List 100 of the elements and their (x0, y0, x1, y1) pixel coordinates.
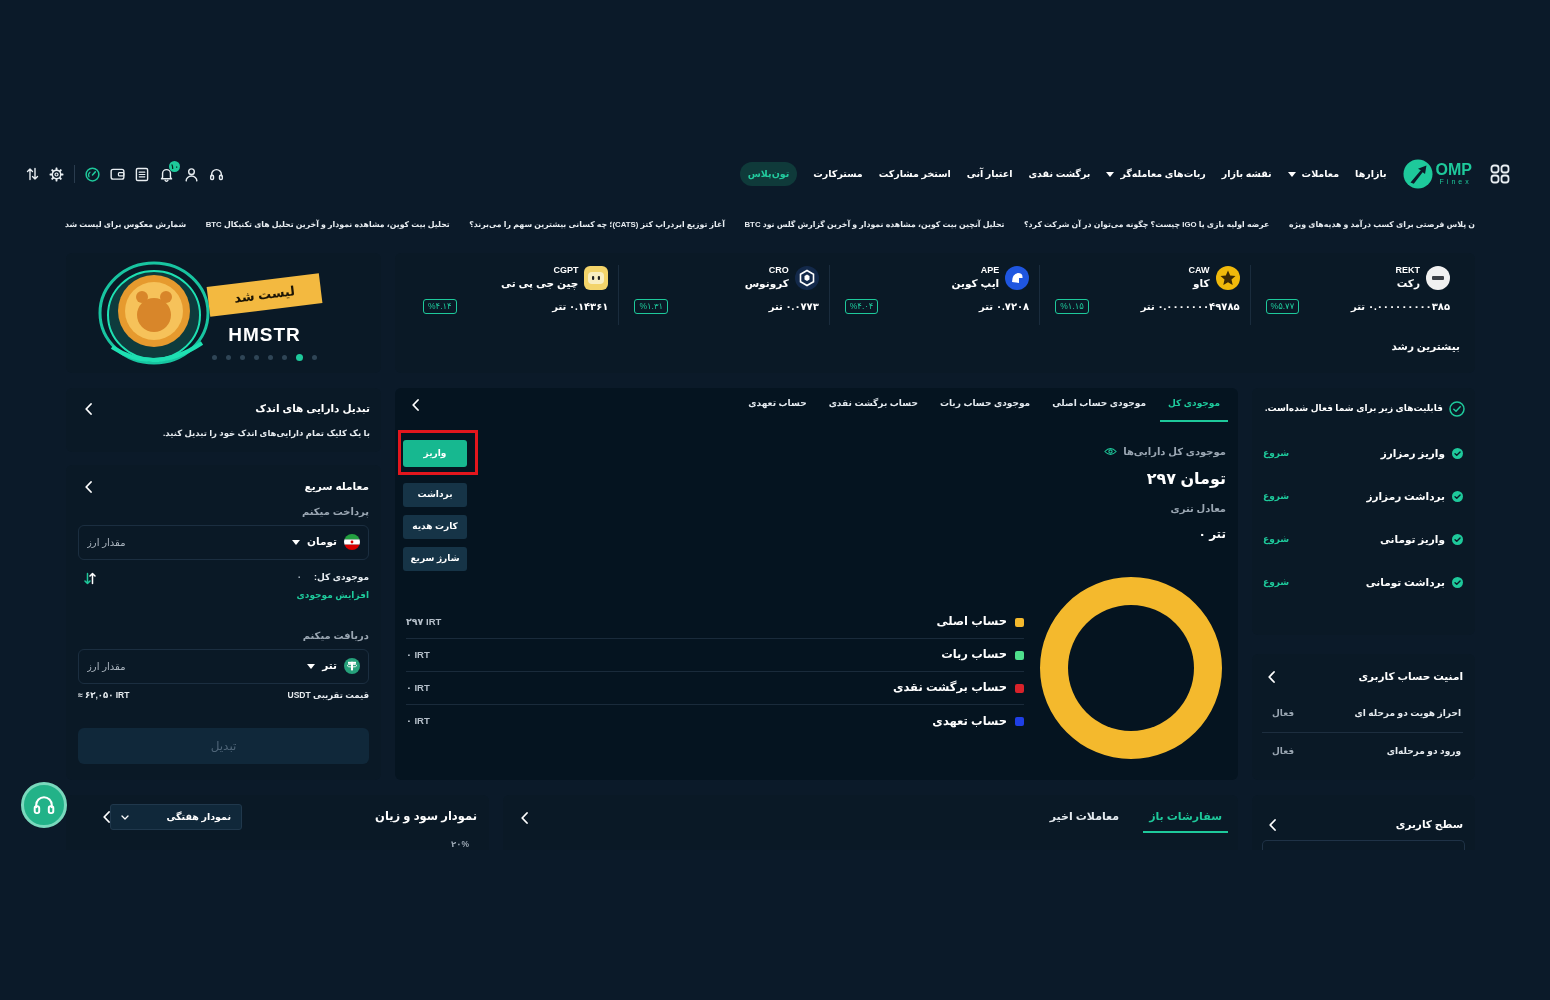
account-name: حساب تعهدی (932, 713, 1007, 730)
account-amount: ۰ IRT (406, 680, 430, 695)
start-link[interactable]: شروع (1263, 489, 1290, 504)
nav-link[interactable]: بازارها (1355, 166, 1387, 182)
carousel-dot[interactable] (240, 354, 246, 360)
currency-select[interactable]: تومان (292, 534, 360, 551)
coin-icon (1215, 266, 1240, 290)
coin-icon (1426, 266, 1450, 290)
amount-field[interactable]: تتر مقدار ارز (78, 648, 369, 684)
top-up-link[interactable]: افزایش موجودی (296, 589, 369, 603)
account-name: حساب اصلی (936, 614, 1007, 630)
check-circle-icon (1449, 401, 1465, 417)
balance-tab[interactable]: موجودی کل (1160, 388, 1228, 422)
section-title: بیشترین رشد (1391, 339, 1460, 355)
quick-trade-title: معامله سریع (304, 479, 369, 495)
axis-label: ۲۰% (451, 838, 469, 850)
chevron-left-icon[interactable] (521, 811, 528, 824)
nav-link[interactable]: اعتبار آنی (966, 166, 1013, 182)
chevron-left-icon[interactable] (412, 399, 419, 411)
settings-icon[interactable] (49, 166, 64, 182)
up-down-arrows-icon[interactable] (26, 167, 39, 181)
nav-link[interactable]: ربات‌های معامله‌گر (1106, 166, 1206, 182)
account-name: حساب ربات (941, 647, 1007, 663)
carousel-dot[interactable] (254, 354, 260, 360)
swap-arrows-icon[interactable] (84, 571, 96, 585)
feature-label: واریز رمزارز (1380, 445, 1445, 462)
coin-name: ایپ کوین (951, 276, 1000, 291)
chevron-left-icon[interactable] (1268, 670, 1275, 683)
listed-ribbon: لیست شد (206, 272, 323, 316)
carousel-dot[interactable] (268, 354, 274, 360)
carousel-dot[interactable] (212, 354, 218, 360)
eye-icon[interactable] (1104, 447, 1118, 456)
coin-price: ۰.۰۷۷۳ تتر (768, 300, 819, 314)
currency-select[interactable]: تتر (307, 658, 360, 675)
feature-label: واریز تومانی (1379, 531, 1445, 548)
support-button[interactable] (21, 782, 67, 828)
account-amount: ۲۹۷ IRT (406, 614, 442, 629)
price-change: %۱.۳۱ (634, 299, 669, 314)
nav-link[interactable]: برگشت نقدی (1028, 166, 1091, 182)
tether-icon (344, 658, 360, 675)
start-link[interactable]: شروع (1263, 446, 1290, 461)
logo-icon[interactable] (1402, 159, 1433, 189)
coin-symbol: CAW (1188, 265, 1210, 276)
coin-name: چین جی پی تی (501, 276, 579, 291)
price-change: %۵.۷۷ (1265, 299, 1300, 314)
orders-tab[interactable]: معاملات اخیر (1043, 808, 1126, 833)
document-icon[interactable] (135, 166, 149, 182)
wallet-icon[interactable] (110, 167, 125, 181)
headset-icon (32, 793, 56, 817)
caret-down-icon (292, 539, 301, 545)
amount-field[interactable]: تومان مقدار ارز (78, 524, 369, 560)
nav-link[interactable]: مسترکارت (813, 166, 863, 182)
nav-link[interactable]: استخر مشارکت (878, 166, 951, 182)
gauge-icon[interactable] (85, 166, 100, 182)
total-balance: ۲۹۷ تومان (1146, 469, 1226, 490)
balance-tab[interactable]: موجودی حساب اصلی (1044, 388, 1154, 422)
chevron-left-icon[interactable] (1269, 819, 1276, 831)
orders-tab[interactable]: سفارشات باز (1143, 808, 1228, 833)
apps-grid-icon[interactable] (1490, 164, 1510, 184)
caret-down-icon (307, 663, 316, 669)
carousel-dot[interactable] (312, 354, 318, 360)
headset-icon[interactable] (209, 166, 224, 182)
chevron-left-icon[interactable] (85, 402, 92, 415)
check-icon (1452, 491, 1463, 502)
account-amount: ۰ IRT (406, 647, 430, 662)
coin-price: ۰.۰۰۰۰۰۰۰۴۹۷۸۵ تتر (1140, 300, 1240, 314)
carousel-dot[interactable] (296, 353, 304, 361)
caret-down-icon (1287, 171, 1296, 177)
nav-link[interactable]: معاملات (1287, 166, 1340, 182)
start-link[interactable]: شروع (1263, 532, 1290, 547)
balance-tab[interactable]: حساب برگشت نقدی (820, 388, 926, 422)
feature-label: برداشت رمزارز (1366, 488, 1445, 505)
price-change: %۴.۰۴ (844, 299, 879, 314)
security-title: امنیت حساب کاربری (1358, 669, 1463, 685)
balance-tab[interactable]: موجودی حساب ربات (931, 388, 1039, 422)
coin-price: ۰.۰۰۰۰۰۰۰۰۰۳۸۵ تتر (1351, 300, 1450, 314)
coin-symbol: REKT (1395, 265, 1420, 276)
user-level-title: سطح کاربری (1395, 817, 1463, 833)
coin-icon (794, 266, 819, 290)
action-button[interactable]: شارژ سریع (403, 547, 467, 571)
coin-symbol: APE (979, 265, 1000, 276)
chart-title: نمودار سود و زیان (375, 809, 477, 826)
coin-name: کرونوس (744, 276, 789, 291)
period-dropdown[interactable]: نمودار هفتگی (110, 804, 242, 830)
field-label: دریافت میکنم (301, 628, 369, 643)
start-link[interactable]: شروع (1263, 575, 1290, 590)
chevron-left-icon[interactable] (103, 811, 110, 823)
usdt-balance: ۰ تتر (1198, 526, 1226, 543)
action-button[interactable]: برداشت (403, 483, 467, 507)
chevron-left-icon[interactable] (85, 480, 92, 493)
nav-link[interactable]: نقشه بازار (1221, 166, 1272, 182)
action-button[interactable]: کارت هدیه (403, 515, 467, 539)
check-icon (1452, 534, 1463, 545)
balance-label: موجودی کل: (314, 570, 369, 584)
carousel-dot[interactable] (282, 354, 288, 360)
nav-link[interactable]: تون‌پلاس (739, 161, 798, 187)
carousel-dot[interactable] (226, 354, 232, 360)
balance-tab[interactable]: حساب تعهدی (740, 388, 815, 422)
flag-icon (344, 534, 360, 551)
user-icon[interactable] (184, 166, 199, 182)
